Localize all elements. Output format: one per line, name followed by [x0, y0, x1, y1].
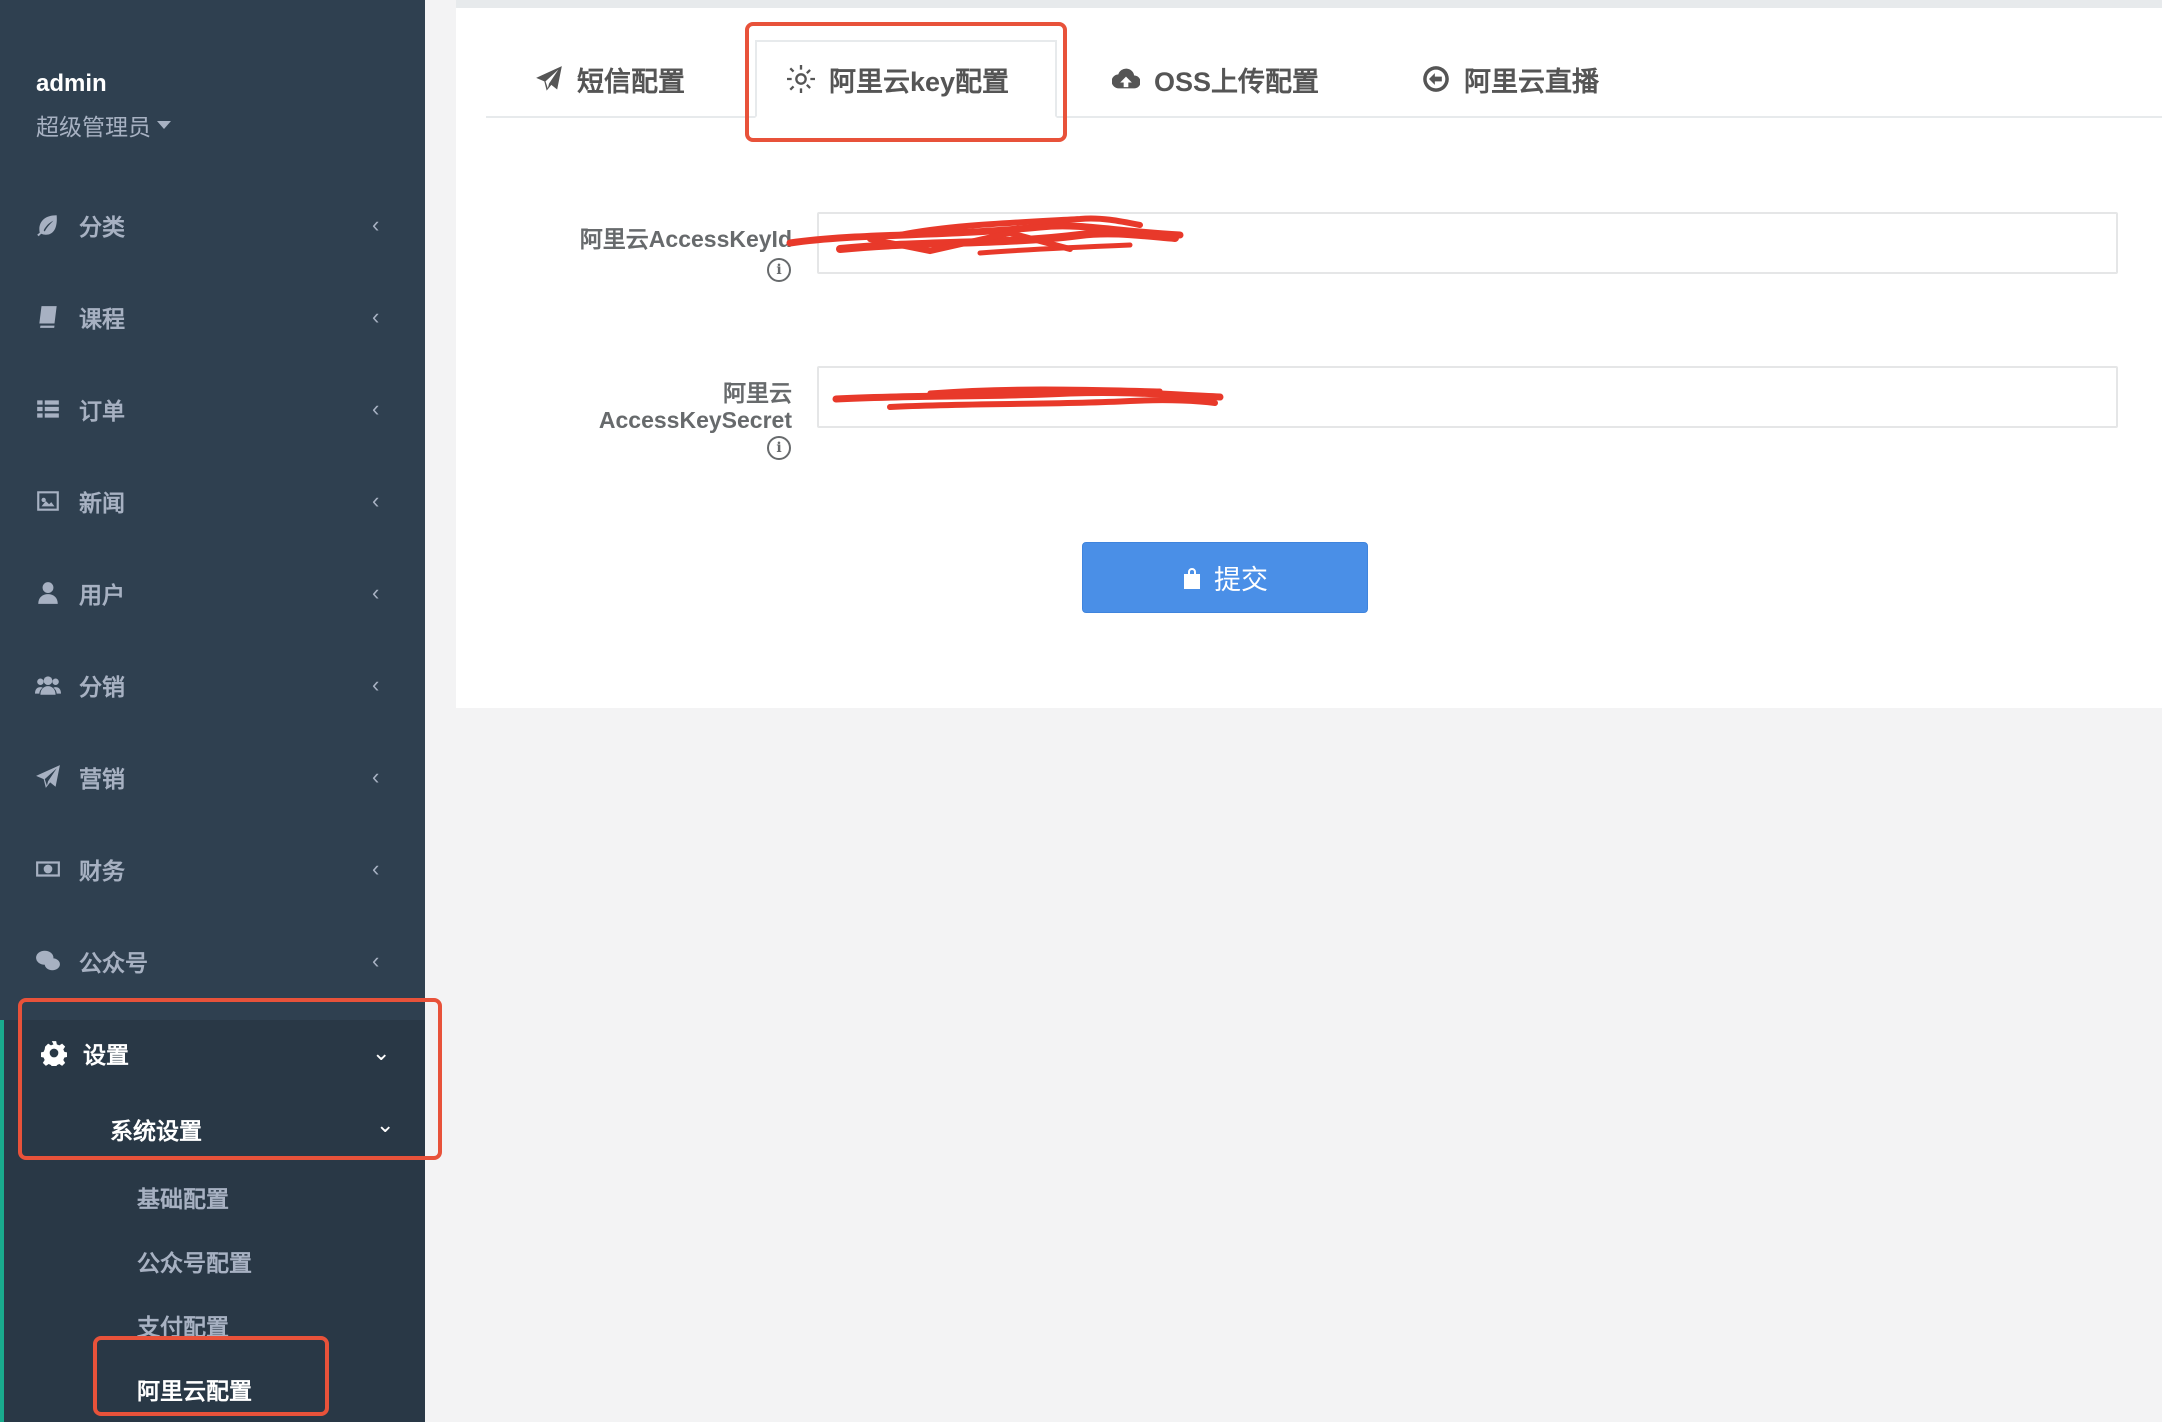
users-icon: [34, 671, 62, 699]
cloud-upload-icon: [1112, 68, 1140, 89]
tab-oss-upload-config[interactable]: OSS上传配置: [1112, 40, 1319, 118]
annotation-box-aliyun-config: [93, 1336, 329, 1416]
sidebar-item-label: 营销: [79, 766, 125, 792]
sidebar-item-label: 财务: [79, 858, 125, 884]
annotation-box-aliyun-key-tab: [745, 22, 1067, 142]
info-icon[interactable]: i: [767, 258, 791, 282]
user-icon: [34, 579, 62, 607]
submenu-item-official-account[interactable]: 公众号配置: [137, 1244, 252, 1278]
sidebar-item-finance[interactable]: 财务 ‹: [0, 839, 425, 899]
profile: admin 超级管理员: [36, 70, 171, 142]
sidebar-item-label: 用户: [79, 582, 125, 608]
sidebar-item-order[interactable]: 订单 ‹: [0, 379, 425, 439]
tab-label: 阿里云直播: [1464, 66, 1599, 97]
sidebar-item-distribution[interactable]: 分销 ‹: [0, 655, 425, 715]
money-icon: [34, 855, 62, 883]
sidebar-item-category[interactable]: 分类 ‹: [0, 195, 425, 255]
chevron-left-icon: ‹: [372, 488, 380, 513]
chevron-left-icon: ‹: [372, 304, 380, 329]
submit-button-label: 提交: [1214, 565, 1268, 595]
chevron-left-icon: ‹: [372, 672, 380, 697]
leaf-icon: [34, 211, 62, 239]
sidebar-item-marketing[interactable]: 营销 ‹: [0, 747, 425, 807]
sidebar-item-label: 公众号: [79, 950, 148, 976]
sidebar-item-label: 新闻: [79, 490, 125, 516]
sidebar-item-label: 分销: [79, 674, 125, 700]
sidebar-item-label: 分类: [79, 214, 125, 240]
sidebar-item-official-account[interactable]: 公众号 ‹: [0, 931, 425, 991]
tab-sms-config[interactable]: 短信配置: [535, 40, 685, 118]
chevron-left-icon: ‹: [372, 396, 380, 421]
picture-icon: [34, 487, 62, 515]
chevron-left-icon: ‹: [372, 212, 380, 237]
access-key-secret-label-line2: AccessKeySecret: [598, 407, 792, 433]
access-key-secret-input[interactable]: [817, 366, 2118, 428]
info-icon[interactable]: i: [767, 436, 791, 460]
access-key-id-input[interactable]: [817, 212, 2118, 274]
paper-plane-icon: [536, 66, 562, 91]
profile-role-label: 超级管理员: [36, 114, 151, 140]
annotation-box-settings: [18, 998, 442, 1160]
form-row-access-key-id-label: 阿里云AccessKeyId: [540, 226, 792, 266]
sidebar-item-course[interactable]: 课程 ‹: [0, 287, 425, 347]
tab-label: 短信配置: [577, 66, 685, 97]
book-icon: [34, 303, 62, 331]
submenu-item-basic[interactable]: 基础配置: [137, 1180, 229, 1214]
tab-aliyun-live[interactable]: 阿里云直播: [1422, 40, 1599, 118]
form-row-access-key-secret-label: 阿里云 AccessKeySecret: [540, 380, 792, 440]
chevron-left-icon: ‹: [372, 764, 380, 789]
top-strip: [456, 0, 2162, 8]
access-key-id-label: 阿里云AccessKeyId: [579, 226, 792, 252]
profile-role-dropdown[interactable]: 超级管理员: [36, 108, 171, 142]
access-key-secret-label-line1: 阿里云: [723, 380, 792, 406]
wechat-icon: [34, 947, 62, 975]
sidebar-item-label: 课程: [79, 306, 125, 332]
list-icon: [34, 395, 62, 423]
tabs-divider: [486, 116, 2162, 118]
chevron-left-icon: ‹: [372, 948, 380, 973]
caret-down-icon: [157, 121, 171, 129]
sidebar-item-user[interactable]: 用户 ‹: [0, 563, 425, 623]
shopping-bag-icon: [1184, 567, 1200, 589]
tab-label: OSS上传配置: [1154, 66, 1320, 97]
profile-name: admin: [36, 70, 107, 97]
arrow-circle-left-icon: [1423, 66, 1449, 92]
submit-button[interactable]: 提交: [1082, 542, 1368, 613]
sidebar-item-news[interactable]: 新闻 ‹: [0, 471, 425, 531]
paper-plane-icon: [34, 763, 62, 791]
sidebar-item-label: 订单: [79, 398, 125, 424]
chevron-left-icon: ‹: [372, 580, 380, 605]
chevron-left-icon: ‹: [372, 856, 380, 881]
